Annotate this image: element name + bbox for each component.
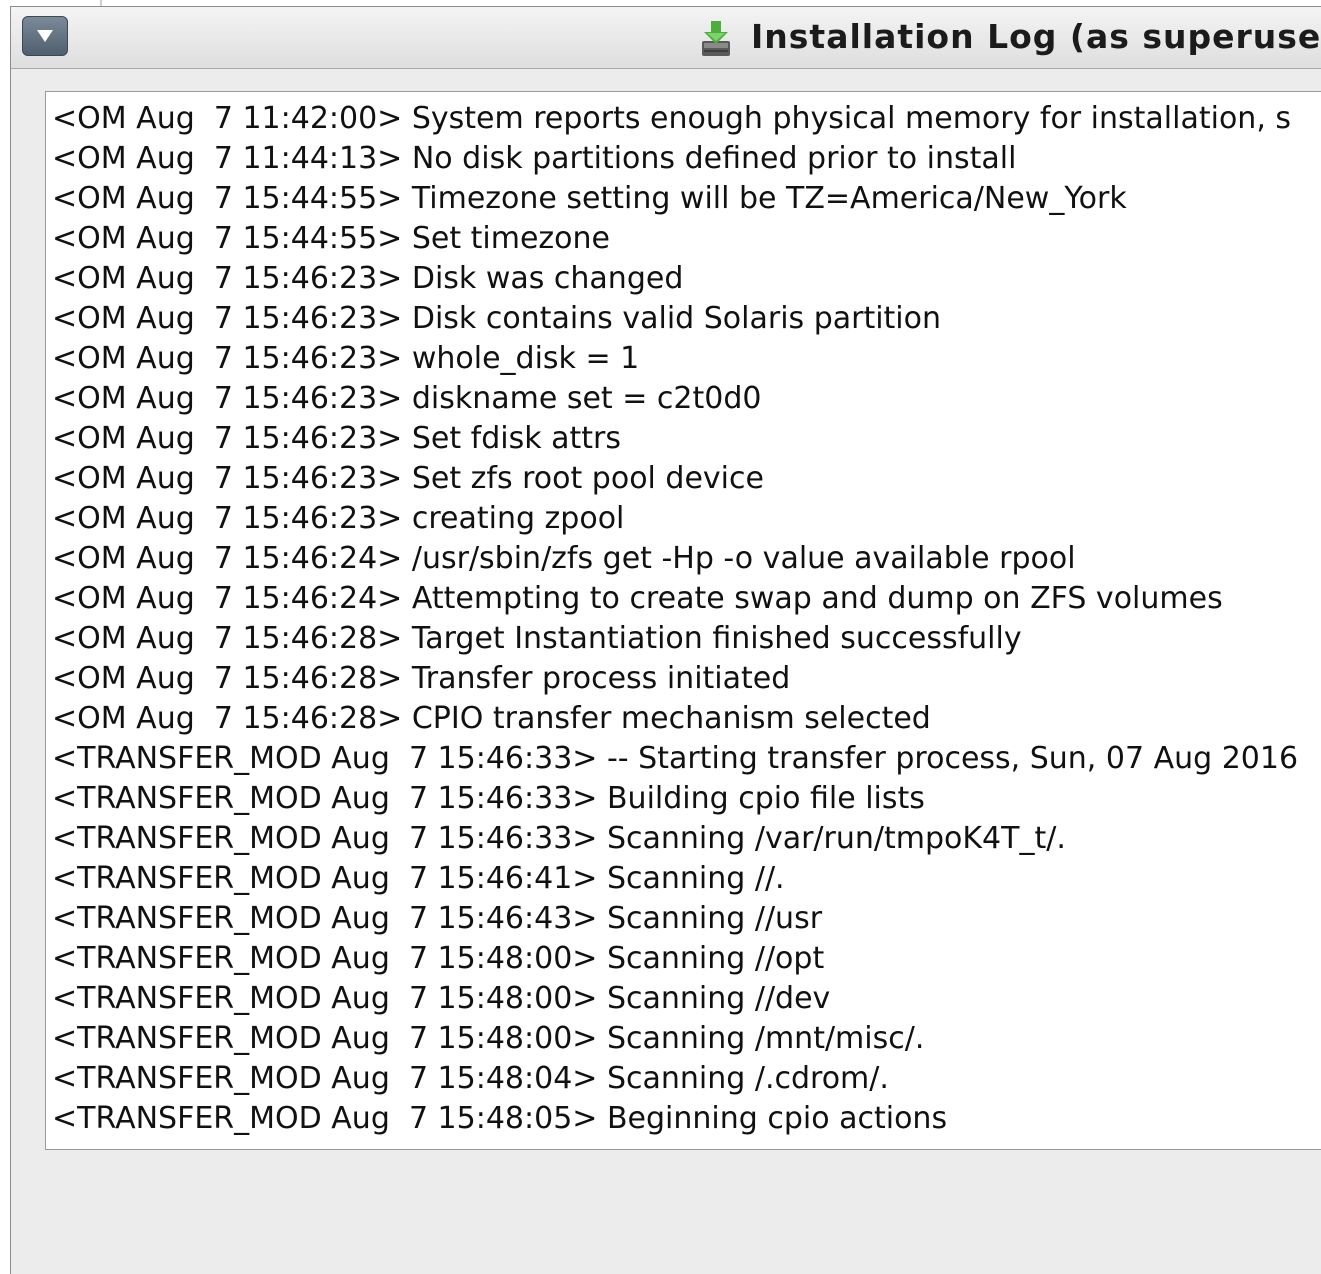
log-line: <OM Aug 7 15:46:23> creating zpool <box>52 501 625 536</box>
log-line: <OM Aug 7 15:46:23> Set fdisk attrs <box>52 421 622 456</box>
screen: Installation Log (as superuse <OM Aug 7 … <box>0 0 1321 1274</box>
log-line: <OM Aug 7 11:44:13> No disk partitions d… <box>52 141 1017 176</box>
log-line: <TRANSFER_MOD Aug 7 15:48:00> Scanning /… <box>52 1021 925 1056</box>
log-line: <TRANSFER_MOD Aug 7 15:48:00> Scanning /… <box>52 941 825 976</box>
chevron-down-icon <box>37 30 53 42</box>
dialog-footer <box>11 1153 1321 1274</box>
log-line: <TRANSFER_MOD Aug 7 15:46:33> Scanning /… <box>52 821 1066 856</box>
log-line: <OM Aug 7 15:46:23> Disk was changed <box>52 261 684 296</box>
log-line: <OM Aug 7 15:46:24> Attempting to create… <box>52 581 1223 616</box>
log-line: <OM Aug 7 15:44:55> Timezone setting wil… <box>52 181 1127 216</box>
log-line: <OM Aug 7 15:46:24> /usr/sbin/zfs get -H… <box>52 541 1076 576</box>
log-line: <TRANSFER_MOD Aug 7 15:48:04> Scanning /… <box>52 1061 889 1096</box>
log-lines: <OM Aug 7 11:42:00> System reports enoug… <box>52 99 1298 1139</box>
log-line: <OM Aug 7 15:46:23> Disk contains valid … <box>52 301 942 336</box>
log-text-view[interactable]: <OM Aug 7 11:42:00> System reports enoug… <box>45 91 1321 1150</box>
log-line: <TRANSFER_MOD Aug 7 15:46:33> -- Startin… <box>52 741 1299 776</box>
log-line: <TRANSFER_MOD Aug 7 15:46:41> Scanning /… <box>52 861 785 896</box>
log-line: <TRANSFER_MOD Aug 7 15:46:33> Building c… <box>52 781 925 816</box>
log-line: <TRANSFER_MOD Aug 7 15:48:00> Scanning /… <box>52 981 831 1016</box>
log-line: <OM Aug 7 15:46:28> Transfer process ini… <box>52 661 791 696</box>
log-line: <OM Aug 7 15:44:55> Set timezone <box>52 221 611 256</box>
installation-log-window: Installation Log (as superuse <OM Aug 7 … <box>10 6 1321 1274</box>
window-menu-button[interactable] <box>22 16 68 56</box>
log-line: <TRANSFER_MOD Aug 7 15:46:43> Scanning /… <box>52 901 823 936</box>
log-line: <TRANSFER_MOD Aug 7 15:48:05> Beginning … <box>52 1101 948 1136</box>
log-line: <OM Aug 7 11:42:00> System reports enoug… <box>52 101 1292 136</box>
installer-download-icon <box>702 21 730 56</box>
log-line: <OM Aug 7 15:46:23> diskname set = c2t0d… <box>52 381 762 416</box>
log-line: <OM Aug 7 15:46:28> Target Instantiation… <box>52 621 1022 656</box>
window-title: Installation Log (as superuse <box>751 17 1321 56</box>
log-line: <OM Aug 7 15:46:23> whole_disk = 1 <box>52 341 640 376</box>
log-line: <OM Aug 7 15:46:28> CPIO transfer mechan… <box>52 701 931 736</box>
log-line: <OM Aug 7 15:46:23> Set zfs root pool de… <box>52 461 764 496</box>
title-bar[interactable]: Installation Log (as superuse <box>11 7 1321 69</box>
